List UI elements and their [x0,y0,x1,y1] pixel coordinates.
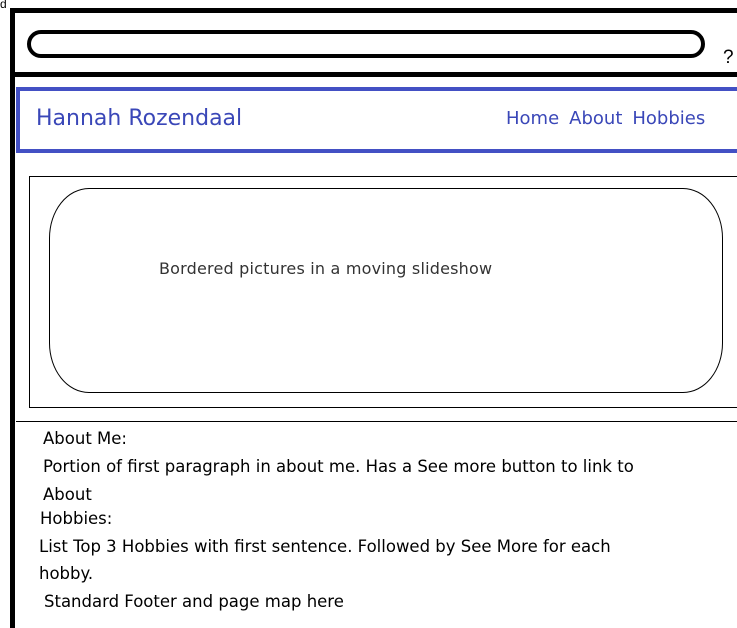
about-summary-line-1: Portion of first paragraph in about me. … [43,457,634,476]
slideshow-placeholder: Bordered pictures in a moving slideshow [159,259,493,278]
slideshow[interactable]: Bordered pictures in a moving slideshow [49,188,723,393]
content-divider [16,421,737,422]
main-nav: Home About Hobbies [506,107,705,131]
address-bar[interactable] [27,30,705,58]
help-icon[interactable]: ? [723,47,734,69]
hobbies-summary-line-2: hobby. [39,564,94,583]
site-header: Hannah Rozendaal Home About Hobbies [16,87,737,153]
hobbies-heading: Hobbies: [40,509,113,528]
browser-toolbar: ? [15,13,737,77]
about-heading: About Me: [43,429,127,448]
hobbies-summary-line-1: List Top 3 Hobbies with first sentence. … [39,537,611,556]
nav-link-home[interactable]: Home [506,107,559,131]
slideshow-container: Bordered pictures in a moving slideshow [29,176,737,408]
nav-link-about[interactable]: About [569,107,622,131]
footer-placeholder: Standard Footer and page map here [44,592,344,611]
corner-mark: d [0,0,7,11]
about-summary-line-2: About [43,485,92,504]
site-title[interactable]: Hannah Rozendaal [36,105,242,133]
nav-link-hobbies[interactable]: Hobbies [632,107,705,131]
